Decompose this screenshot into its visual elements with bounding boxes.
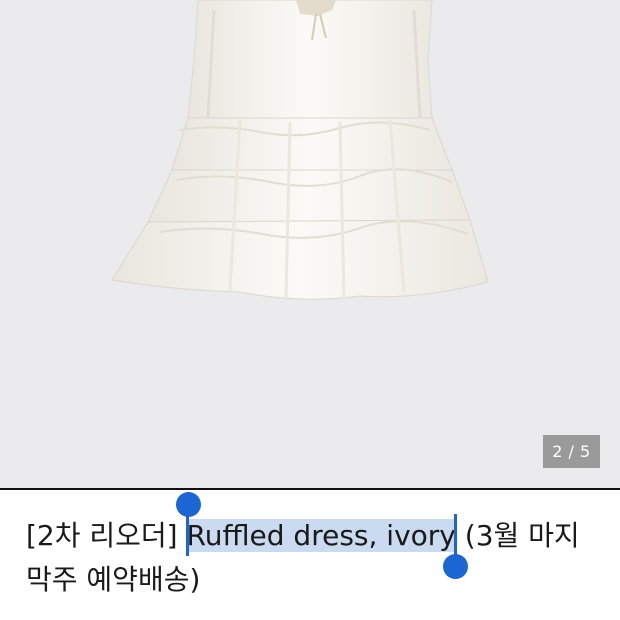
selection-start-handle[interactable] (176, 492, 201, 517)
product-detail-screen: 2 / 5 [2차 리오더] Ruffled dress, ivory (3월 … (0, 0, 620, 620)
product-title[interactable]: [2차 리오더] Ruffled dress, ivory (3월 마지막주 예… (26, 514, 606, 602)
selection-end-knob[interactable] (443, 554, 468, 579)
product-photo (111, 0, 489, 300)
title-line-2: 막주 예약배송) (26, 563, 201, 596)
page-indicator: 2 / 5 (543, 435, 600, 468)
selection-start-bar (186, 516, 189, 556)
title-suffix: (3월 마지 (455, 519, 580, 552)
product-image-gallery[interactable]: 2 / 5 (0, 0, 620, 488)
selection-start-knob[interactable] (176, 492, 201, 517)
selected-text[interactable]: Ruffled dress, ivory (186, 519, 456, 552)
selection-end-handle[interactable] (443, 514, 469, 580)
title-prefix: [2차 리오더] (26, 519, 187, 552)
selection-end-bar (454, 514, 457, 558)
section-divider (0, 488, 620, 490)
